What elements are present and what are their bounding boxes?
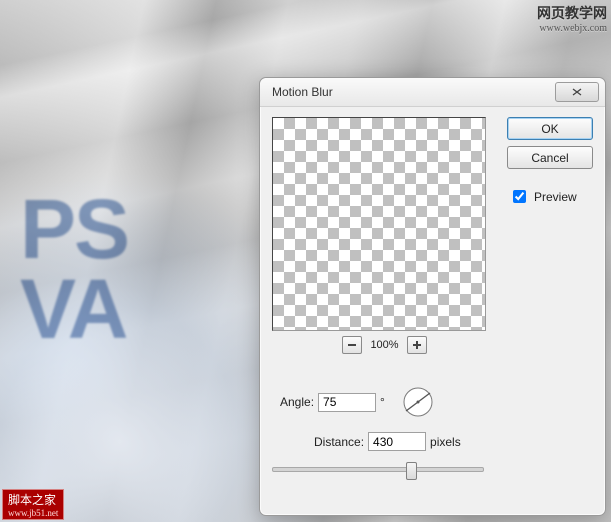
- slider-thumb[interactable]: [406, 462, 417, 480]
- close-button[interactable]: [555, 82, 599, 102]
- angle-unit: °: [380, 395, 385, 409]
- distance-label: Distance:: [314, 435, 364, 449]
- close-icon: [572, 88, 582, 96]
- background-artwork-text: PS VA: [20, 190, 128, 350]
- distance-input[interactable]: [368, 432, 426, 451]
- watermark-bottom: 脚本之家 www.jb51.net: [2, 489, 64, 520]
- preview-checkbox-label: Preview: [534, 190, 577, 204]
- zoom-out-button[interactable]: [342, 336, 362, 354]
- effect-preview[interactable]: [272, 117, 486, 331]
- angle-dial-icon: [402, 386, 434, 418]
- angle-input[interactable]: [318, 393, 376, 412]
- zoom-in-button[interactable]: [407, 336, 427, 354]
- plus-icon: [412, 340, 422, 350]
- ok-button[interactable]: OK: [507, 117, 593, 140]
- dialog-titlebar[interactable]: Motion Blur: [260, 78, 605, 107]
- angle-dial[interactable]: [402, 386, 434, 418]
- cancel-button[interactable]: Cancel: [507, 146, 593, 169]
- watermark-top: 网页教学网 www.webjx.com: [537, 3, 607, 34]
- transparency-checker: [273, 118, 485, 330]
- minus-icon: [347, 340, 357, 350]
- angle-label: Angle:: [280, 395, 314, 409]
- motion-blur-dialog: Motion Blur 100% Angle:: [259, 77, 606, 516]
- distance-slider[interactable]: [272, 459, 484, 477]
- dialog-title: Motion Blur: [272, 85, 555, 99]
- slider-track: [272, 467, 484, 472]
- zoom-level: 100%: [370, 339, 398, 351]
- distance-unit: pixels: [430, 435, 461, 449]
- preview-checkbox[interactable]: [513, 190, 526, 203]
